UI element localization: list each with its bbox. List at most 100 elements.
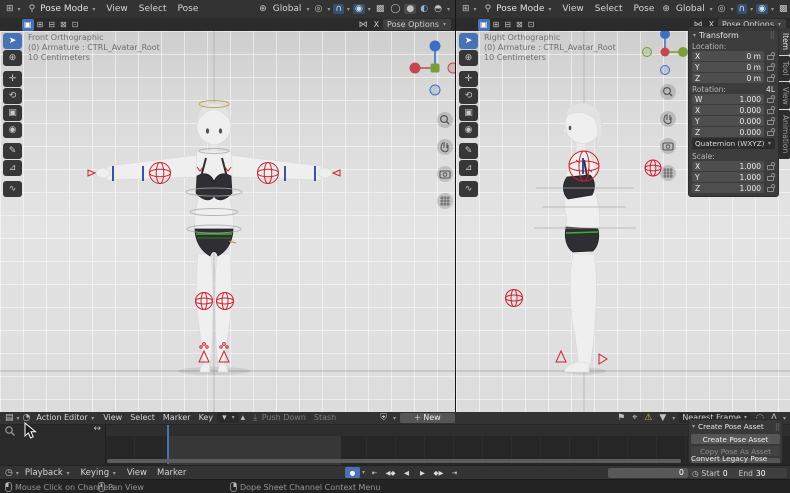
xray-toggle-icon[interactable]: ▩ bbox=[777, 4, 790, 14]
select-menu[interactable]: Select bbox=[590, 0, 628, 18]
pivot-point-icon[interactable]: ◎ bbox=[716, 4, 728, 14]
select-extend-icon[interactable]: ⊞ bbox=[491, 19, 502, 31]
current-frame-field[interactable]: 0 bbox=[608, 468, 688, 478]
stash-button[interactable]: Stash bbox=[310, 412, 340, 424]
create-pose-asset-button[interactable]: Create Pose Asset bbox=[691, 434, 780, 444]
lock-icon[interactable] bbox=[767, 52, 775, 61]
rotation-y-field[interactable]: Y0.000 bbox=[692, 116, 764, 126]
viewport-side[interactable]: ⊞▾ ⚲Pose Mode▾ View Select Pose ⊕ Global… bbox=[456, 0, 790, 412]
tool-annotate[interactable]: ✎ bbox=[3, 143, 22, 159]
select-intersect-icon[interactable]: ⊡ bbox=[70, 19, 81, 31]
filter-icon[interactable]: ▼ bbox=[657, 413, 668, 423]
scale-y-field[interactable]: Y1.000 bbox=[692, 172, 764, 182]
select-menu[interactable]: Select bbox=[134, 0, 172, 18]
editor-type-icon[interactable]: ⊞ bbox=[460, 4, 472, 14]
lock-icon[interactable] bbox=[767, 106, 775, 115]
tool-transform[interactable]: ◉ bbox=[459, 122, 478, 138]
region-resize-handle[interactable]: ↔ bbox=[93, 424, 101, 434]
select-set-icon[interactable]: ▣ bbox=[22, 19, 34, 31]
pose-asset-panel-header[interactable]: ▾Create Pose Asset⣿ bbox=[691, 421, 780, 432]
tool-breakdowner[interactable]: ∿ bbox=[459, 181, 478, 197]
jump-to-start-button[interactable]: ⇤ bbox=[367, 467, 382, 478]
shading-material-icon[interactable]: ◐ bbox=[418, 4, 430, 14]
editor-type-icon[interactable]: ▤ bbox=[3, 413, 16, 423]
select-intersect-icon[interactable]: ⊡ bbox=[526, 19, 537, 31]
select-subtract-icon[interactable]: ⊟ bbox=[46, 19, 57, 31]
tool-scale[interactable]: ▣ bbox=[459, 105, 478, 121]
pose-menu[interactable]: Pose bbox=[629, 0, 660, 18]
normalize-icon[interactable]: ⌖ bbox=[630, 413, 639, 423]
tool-measure[interactable]: ⊿ bbox=[3, 160, 22, 176]
editor-type-icon[interactable]: ⊞ bbox=[4, 4, 16, 14]
mirror-x-label[interactable]: X bbox=[374, 20, 379, 29]
horizontal-scrollbar[interactable] bbox=[107, 459, 681, 463]
rotation-x-field[interactable]: X0.000 bbox=[692, 105, 764, 115]
mode-dropdown[interactable]: ⚲Pose Mode▾ bbox=[23, 4, 101, 14]
transform-panel-header[interactable]: ▾ Transform ⣿ bbox=[692, 29, 775, 41]
snap-magnet-icon[interactable]: ∩ bbox=[737, 4, 748, 14]
select-subtract-icon[interactable]: ⊟ bbox=[502, 19, 513, 31]
tool-tweak[interactable]: ➤ bbox=[3, 33, 22, 49]
rotation-w-field[interactable]: W1.000 bbox=[692, 94, 764, 104]
tool-breakdowner[interactable]: ∿ bbox=[3, 181, 22, 197]
select-invert-icon[interactable]: ⊠ bbox=[514, 19, 525, 31]
proportional-editing-icon[interactable]: ◉ bbox=[756, 4, 768, 14]
tool-cursor[interactable]: ⊕ bbox=[459, 50, 478, 66]
tool-tweak[interactable]: ➤ bbox=[459, 33, 478, 49]
scale-z-field[interactable]: Z1.000 bbox=[692, 183, 764, 193]
tab-animation[interactable]: Animation bbox=[779, 110, 790, 158]
view-menu[interactable]: View bbox=[99, 412, 126, 424]
location-y-field[interactable]: Y0 m bbox=[692, 62, 764, 72]
tool-scale[interactable]: ▣ bbox=[3, 105, 22, 121]
xray-toggle-icon[interactable]: ▩ bbox=[374, 4, 387, 14]
tool-rotate[interactable]: ⟲ bbox=[3, 88, 22, 104]
tool-measure[interactable]: ⊿ bbox=[459, 160, 478, 176]
select-menu[interactable]: Select bbox=[126, 412, 159, 424]
start-frame-field[interactable]: 0 bbox=[723, 469, 728, 478]
lock-icon[interactable] bbox=[767, 74, 775, 83]
unlink-action-icon[interactable]: ▴ bbox=[239, 413, 248, 423]
markers-toggle-icon[interactable]: ⚑ bbox=[615, 413, 627, 423]
marker-menu[interactable]: Marker bbox=[152, 466, 191, 480]
pose-menu[interactable]: Pose bbox=[173, 0, 204, 18]
tool-annotate[interactable]: ✎ bbox=[459, 143, 478, 159]
location-z-field[interactable]: Z0 m bbox=[692, 73, 764, 83]
pivot-point-icon[interactable]: ◎ bbox=[312, 4, 324, 14]
action-browse-dropdown[interactable]: ▾▾ bbox=[217, 413, 239, 423]
new-action-button[interactable]: ＋ New bbox=[400, 413, 455, 423]
orientation-dropdown[interactable]: Global bbox=[674, 0, 707, 18]
pose-options-dropdown[interactable]: Pose Options▾ bbox=[383, 19, 451, 30]
fake-user-icon[interactable]: ⛨ bbox=[378, 413, 389, 423]
panel-grip-icon[interactable]: ⣿ bbox=[770, 31, 775, 39]
shading-rendered-icon[interactable]: ◓ bbox=[432, 4, 444, 14]
current-frame-line[interactable] bbox=[167, 424, 169, 464]
tab-item[interactable]: Item bbox=[779, 28, 790, 55]
scale-x-field[interactable]: X1.000 bbox=[692, 161, 764, 171]
tab-tool[interactable]: Tool bbox=[779, 56, 790, 81]
lock-icon[interactable] bbox=[767, 117, 775, 126]
prev-keyframe-button[interactable]: ◀◆ bbox=[383, 467, 398, 478]
tool-transform[interactable]: ◉ bbox=[3, 122, 22, 138]
view-menu[interactable]: View bbox=[557, 0, 588, 18]
mode-dropdown[interactable]: ⚲Pose Mode▾ bbox=[479, 4, 557, 14]
lock-icon[interactable] bbox=[767, 162, 775, 171]
rotation-mode-dropdown[interactable]: Quaternion (WXYZ)▾ bbox=[692, 138, 775, 149]
push-down-button[interactable]: ⤓ Push Down bbox=[247, 412, 310, 424]
editor-mode-dropdown[interactable]: Action Editor ▾ bbox=[32, 412, 99, 425]
select-invert-icon[interactable]: ⊠ bbox=[58, 19, 69, 31]
convert-legacy-pose-library-button[interactable]: Convert Legacy Pose Library bbox=[691, 458, 780, 464]
tool-rotate[interactable]: ⟲ bbox=[459, 88, 478, 104]
next-keyframe-button[interactable]: ◆▶ bbox=[431, 467, 446, 478]
panel-grip-icon[interactable]: ⣿ bbox=[775, 423, 780, 431]
lock-icon[interactable] bbox=[767, 63, 775, 72]
shading-solid-icon[interactable]: ● bbox=[404, 4, 416, 14]
jump-to-end-button[interactable]: ⇥ bbox=[447, 467, 462, 478]
play-reverse-button[interactable]: ◀ bbox=[399, 467, 414, 478]
proportional-editing-icon[interactable]: ◉ bbox=[353, 4, 365, 14]
lock-icon[interactable] bbox=[767, 128, 775, 137]
select-extend-icon[interactable]: ⊞ bbox=[35, 19, 46, 31]
lock-icon[interactable] bbox=[767, 173, 775, 182]
channel-region[interactable]: ↔ bbox=[0, 424, 106, 465]
key-menu[interactable]: Key bbox=[195, 412, 218, 424]
tool-move[interactable]: ✛ bbox=[459, 71, 478, 87]
